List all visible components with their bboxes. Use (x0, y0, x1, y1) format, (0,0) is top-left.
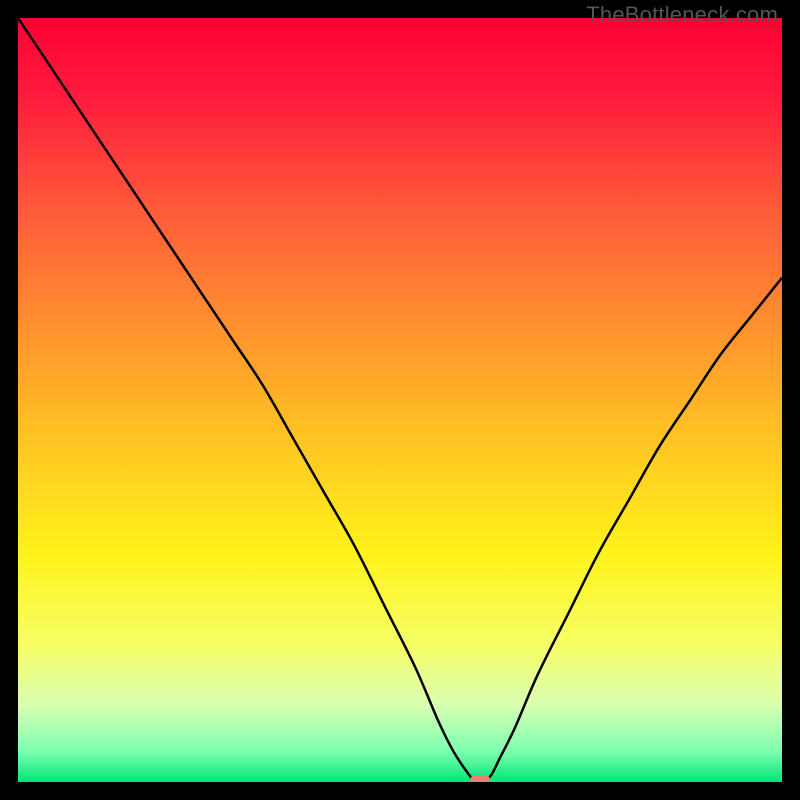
gradient-background (18, 18, 782, 782)
chart-frame (18, 18, 782, 782)
bottleneck-plot (18, 18, 782, 782)
optimal-point-marker (470, 775, 490, 782)
watermark-text: TheBottleneck.com (586, 2, 778, 28)
